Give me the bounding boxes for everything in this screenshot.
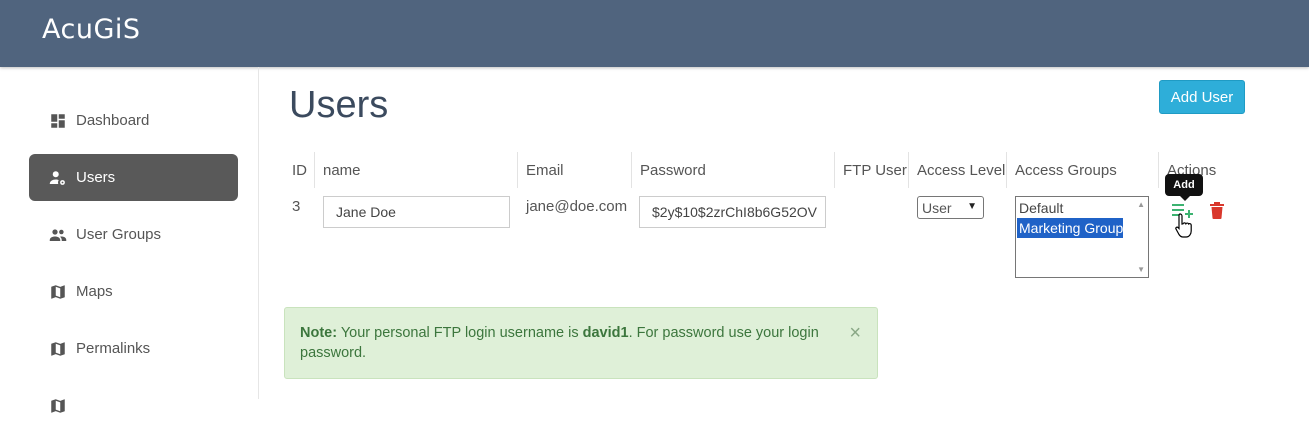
app-logo[interactable]: AcuGiS [42, 14, 141, 45]
user-gear-icon [48, 168, 68, 188]
sidebar-item-label: Maps [76, 283, 113, 300]
access-group-option-selected[interactable]: Marketing Group [1017, 218, 1124, 238]
alert-text: Your personal FTP login username is [337, 325, 583, 341]
sidebar-item-dashboard[interactable]: Dashboard [29, 97, 238, 144]
sidebar-item-more[interactable] [29, 382, 238, 429]
map-icon [48, 282, 68, 302]
row-id: 3 [292, 198, 301, 215]
column-header-access-groups: Access Groups [1006, 152, 1117, 188]
name-field[interactable]: Jane Doe [323, 196, 510, 228]
map-icon [48, 339, 68, 359]
sidebar-item-maps[interactable]: Maps [29, 268, 238, 315]
column-header-password: Password [631, 152, 706, 188]
users-icon [48, 225, 68, 245]
dashboard-icon [48, 111, 68, 131]
sidebar-item-permalinks[interactable]: Permalinks [29, 325, 238, 372]
listbox-scrollbar[interactable]: ▲ ▼ [1133, 197, 1148, 277]
column-header-email: Email [517, 152, 564, 188]
alert-prefix: Note: [300, 325, 338, 341]
ftp-note-alert: Note: Your personal FTP login username i… [284, 307, 878, 379]
pointer-cursor-icon [1174, 212, 1194, 240]
sidebar-item-label: Permalinks [76, 340, 151, 357]
sidebar-item-label: User Groups [76, 226, 162, 243]
column-header-access-level: Access Level [908, 152, 1005, 188]
column-header-name: name [314, 152, 361, 188]
access-level-select[interactable]: User ▼ [917, 196, 984, 219]
sidebar-item-label: Dashboard [76, 112, 150, 129]
column-header-ftp-user: FTP User [834, 152, 907, 188]
access-group-option[interactable]: Default [1017, 198, 1063, 218]
row-email: jane@doe.com [526, 198, 628, 215]
access-groups-listbox[interactable]: Default Marketing Group ▲ ▼ [1015, 196, 1149, 278]
scroll-up-icon[interactable]: ▲ [1137, 200, 1145, 209]
scroll-down-icon[interactable]: ▼ [1137, 265, 1145, 274]
chevron-down-icon: ▼ [967, 201, 977, 212]
top-header: AcuGiS [0, 0, 1309, 67]
password-field[interactable]: $2y$10$2zrChI8b6G52OV [639, 196, 826, 228]
sidebar-item-label: Users [76, 169, 116, 186]
ftp-username: david1 [582, 325, 629, 341]
page-title: Users [289, 84, 389, 126]
sidebar-item-users[interactable]: Users [29, 154, 238, 201]
sidebar: Dashboard Users User Groups Maps Permali… [0, 67, 259, 413]
access-level-value: User [922, 199, 952, 216]
sidebar-item-user-groups[interactable]: User Groups [29, 211, 238, 258]
add-tooltip: Add [1165, 174, 1203, 201]
add-user-button[interactable]: Add User [1159, 80, 1245, 114]
delete-icon[interactable] [1210, 202, 1224, 219]
column-header-id: ID [292, 161, 307, 179]
close-icon[interactable]: × [849, 323, 861, 343]
